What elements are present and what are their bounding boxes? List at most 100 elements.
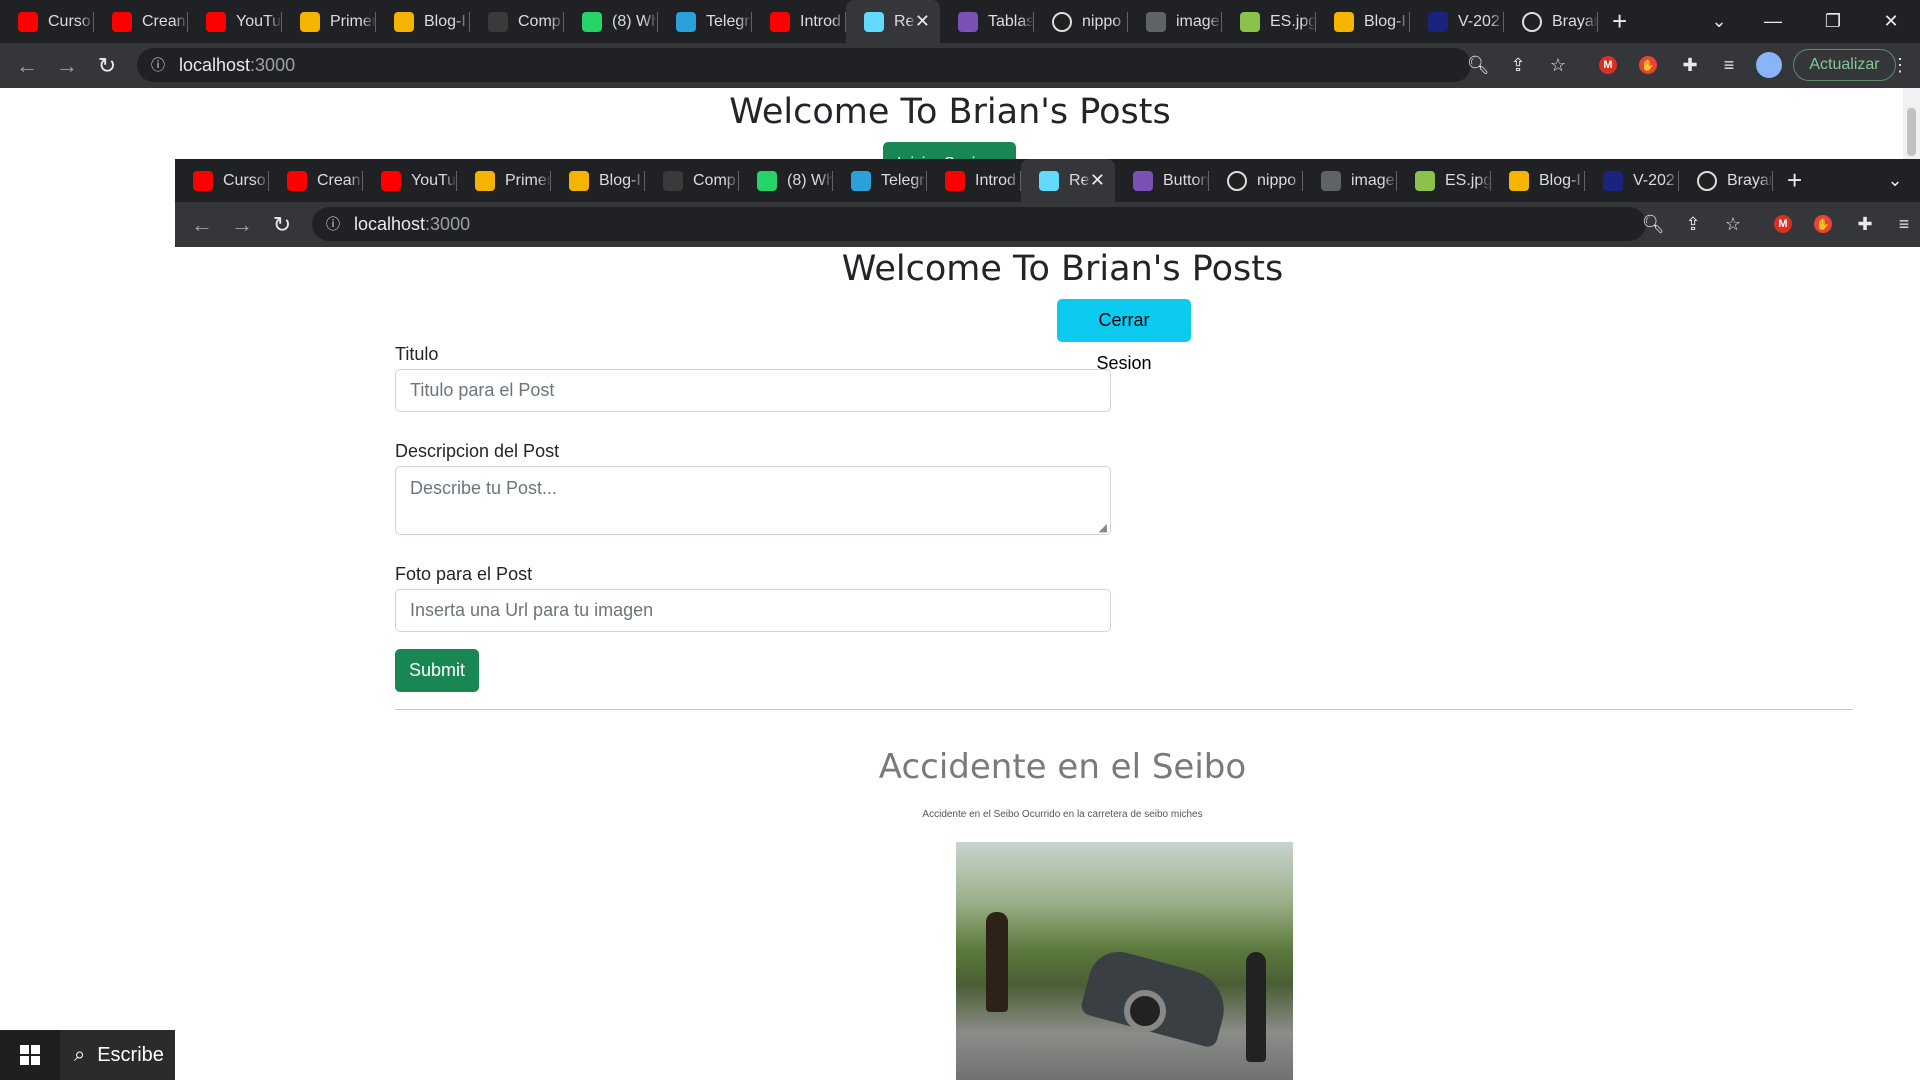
submit-button[interactable]: Submit <box>395 649 480 692</box>
inner-extensions-puzzle-icon[interactable]: ✚ <box>1853 212 1877 236</box>
tab[interactable]: YouTu <box>363 159 457 202</box>
close-tab-icon[interactable]: ✕ <box>915 11 930 32</box>
favicon-icon <box>757 170 777 191</box>
photo-url-input[interactable]: Inserta una Url para tu imagen <box>395 589 1111 632</box>
inner-forward-icon[interactable]: → <box>222 212 262 238</box>
gmail-extension-icon[interactable]: M <box>1599 56 1617 74</box>
title-input[interactable]: Titulo para el Post <box>395 369 1111 412</box>
tab[interactable]: Telegr <box>833 159 927 202</box>
profile-avatar[interactable] <box>1756 52 1782 78</box>
tab[interactable]: ES.jpg <box>1222 0 1316 43</box>
update-button[interactable]: Actualizar <box>1793 49 1896 81</box>
description-label: Descripcion del Post <box>395 441 560 461</box>
favicon-icon <box>582 11 602 32</box>
tab-active[interactable]: Re ✕ <box>846 0 940 43</box>
tab-title: Comp <box>518 12 561 30</box>
tab[interactable]: Brayan <box>1679 159 1773 202</box>
close-window-icon[interactable]: ✕ <box>1868 0 1914 43</box>
tab[interactable]: image <box>1128 0 1222 43</box>
back-icon[interactable]: ← <box>7 53 47 79</box>
tab-title: Curso <box>223 171 266 189</box>
new-tab-icon[interactable]: + <box>1787 165 1817 196</box>
tab[interactable]: Curso <box>0 0 94 43</box>
minimize-icon[interactable]: — <box>1750 0 1796 43</box>
tab[interactable]: V-202 <box>1585 159 1679 202</box>
inner-gmail-extension-icon[interactable]: M <box>1774 215 1792 233</box>
tab-title: image <box>1351 171 1395 189</box>
tab[interactable]: Introd <box>927 159 1021 202</box>
description-textarea[interactable]: Describe tu Post... ◢ <box>395 466 1111 535</box>
tab[interactable]: Crean <box>94 0 188 43</box>
page-title: Welcome To Brian's Posts <box>841 249 1284 289</box>
tab[interactable]: Primer <box>457 159 551 202</box>
tab[interactable]: V-202 <box>1410 0 1504 43</box>
info-icon[interactable]: ⓘ <box>151 55 165 75</box>
menu-kebab-icon[interactable]: ⋮ <box>1888 53 1912 77</box>
tab[interactable]: (8) Wh <box>564 0 658 43</box>
favicon-icon <box>1697 170 1717 191</box>
address-host: localhost <box>179 54 251 75</box>
inner-tab-search-icon[interactable]: ⌄ <box>1872 159 1918 202</box>
tab[interactable]: Telegr <box>658 0 752 43</box>
favicon-icon <box>1509 170 1529 191</box>
inner-info-icon[interactable]: ⓘ <box>326 214 340 234</box>
inner-zoom-icon[interactable]: 🔍︎ <box>1641 212 1665 236</box>
tab[interactable]: Blog-I <box>1491 159 1585 202</box>
tab[interactable]: Blog-I <box>376 0 470 43</box>
close-tab-icon[interactable]: ✕ <box>1090 170 1105 191</box>
tab-search-icon[interactable]: ⌄ <box>1696 0 1742 43</box>
logout-button[interactable]: Cerrar Sesion <box>1057 299 1191 373</box>
zoom-icon[interactable]: 🔍︎ <box>1466 53 1490 77</box>
post-image <box>956 842 1293 1080</box>
tab[interactable]: nippo <box>1209 159 1303 202</box>
tab[interactable]: ES.jpg <box>1397 159 1491 202</box>
inner-reading-list-icon[interactable]: ≡ <box>1892 212 1916 236</box>
taskbar-search[interactable]: ⌕ Escribe <box>60 1030 175 1080</box>
bookmark-star-icon[interactable]: ☆ <box>1546 53 1570 77</box>
tab-title: Re <box>1069 171 1090 189</box>
tab[interactable]: Primer <box>282 0 376 43</box>
favicon-icon <box>1428 11 1448 32</box>
tab[interactable]: (8) Wh <box>739 159 833 202</box>
share-icon[interactable]: ⇪ <box>1506 53 1530 77</box>
forward-icon[interactable]: → <box>47 53 87 79</box>
tab[interactable]: Comp <box>645 159 739 202</box>
address-bar[interactable]: ⓘ localhost:3000 <box>137 48 1471 82</box>
favicon-icon <box>1603 170 1623 191</box>
favicon-icon <box>394 11 414 32</box>
tab[interactable]: Curso <box>175 159 269 202</box>
inner-share-icon[interactable]: ⇪ <box>1681 212 1705 236</box>
tab[interactable]: Introd <box>752 0 846 43</box>
tab[interactable]: image <box>1303 159 1397 202</box>
tab[interactable]: Brayan <box>1504 0 1598 43</box>
reload-icon[interactable]: ↻ <box>87 53 127 79</box>
inner-back-icon[interactable]: ← <box>182 212 222 238</box>
tab-title: Button <box>1163 171 1209 189</box>
resize-handle-icon[interactable]: ◢ <box>1099 521 1107 534</box>
tab[interactable]: Crean <box>269 159 363 202</box>
scrollbar[interactable] <box>1903 88 1920 160</box>
favicon-icon <box>206 11 226 32</box>
new-tab-icon[interactable]: + <box>1612 6 1642 37</box>
tab-active[interactable]: Re ✕ <box>1021 159 1115 202</box>
inner-bookmark-star-icon[interactable]: ☆ <box>1721 212 1745 236</box>
inner-address-bar[interactable]: ⓘ localhost:3000 <box>312 207 1646 241</box>
inner-reload-icon[interactable]: ↻ <box>262 212 302 238</box>
tab[interactable]: Comp <box>470 0 564 43</box>
tab[interactable]: Tablas <box>940 0 1034 43</box>
tab-title: Blog-I <box>1539 171 1581 189</box>
tab[interactable]: YouTu <box>188 0 282 43</box>
scrollbar-thumb[interactable] <box>1907 108 1916 156</box>
tab[interactable]: Blog-I <box>551 159 645 202</box>
restore-icon[interactable]: ❐ <box>1810 0 1856 43</box>
tab-title: Blog-I <box>1364 12 1406 30</box>
tab[interactable]: nippo <box>1034 0 1128 43</box>
tab[interactable]: Blog-I <box>1316 0 1410 43</box>
windows-start-icon[interactable] <box>0 1030 60 1080</box>
adblock-extension-icon[interactable]: ✋ <box>1639 56 1657 74</box>
inner-adblock-extension-icon[interactable]: ✋ <box>1814 215 1832 233</box>
tab[interactable]: Button <box>1115 159 1209 202</box>
extensions-puzzle-icon[interactable]: ✚ <box>1678 53 1702 77</box>
favicon-icon <box>1334 11 1354 32</box>
reading-list-icon[interactable]: ≡ <box>1717 53 1741 77</box>
